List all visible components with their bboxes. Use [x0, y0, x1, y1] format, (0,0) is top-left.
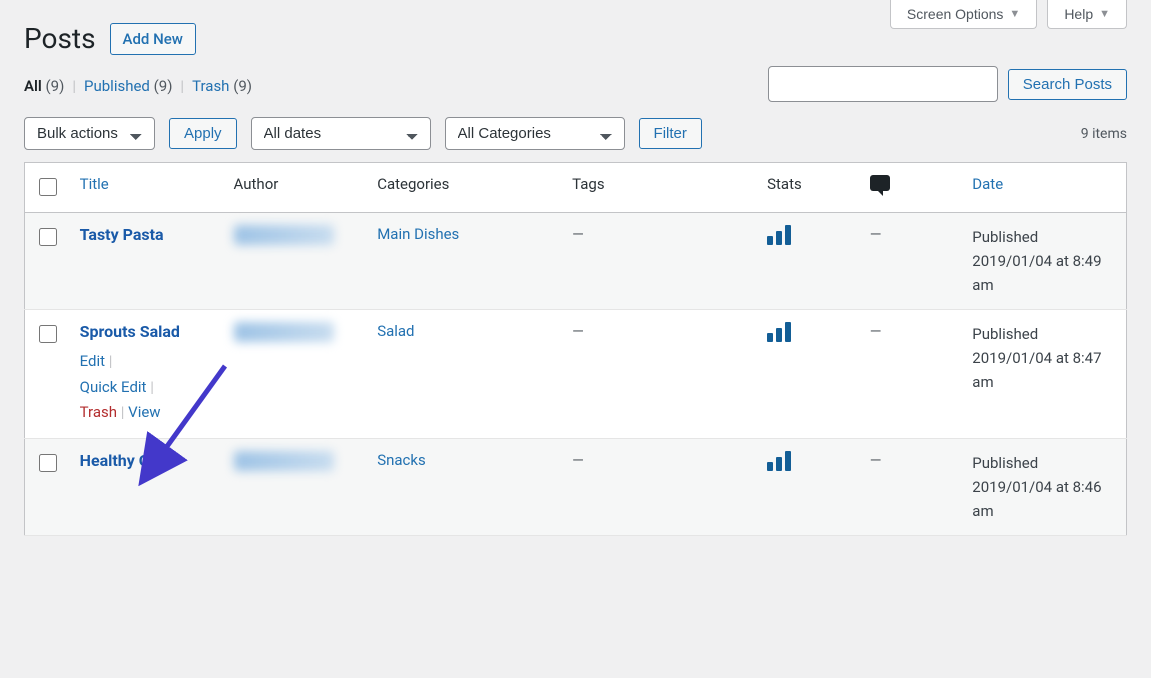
comment-icon: [870, 175, 890, 191]
help-label: Help: [1064, 6, 1093, 22]
row-checkbox[interactable]: [39, 228, 57, 246]
view-link[interactable]: View: [128, 403, 160, 421]
date-filter-select[interactable]: All dates: [251, 117, 431, 150]
screen-options-label: Screen Options: [907, 6, 1004, 22]
column-title[interactable]: Title: [70, 163, 224, 213]
help-button[interactable]: Help ▼: [1047, 0, 1127, 29]
author-redacted: [234, 451, 334, 471]
row-actions: Edit | Quick Edit | Trash | View: [80, 349, 214, 426]
author-redacted: [234, 225, 334, 245]
author-redacted: [234, 322, 334, 342]
edit-link[interactable]: Edit: [80, 352, 105, 370]
date-status: Published: [972, 454, 1038, 472]
item-count: 9 items: [1081, 126, 1127, 142]
date-value: 2019/01/04 at 8:49 am: [972, 252, 1101, 294]
comments-cell: —: [870, 225, 882, 243]
stats-link[interactable]: [767, 457, 791, 475]
stats-link[interactable]: [767, 231, 791, 249]
table-row: Healthy Oats Snacks — — Published 2019/01/04 …: [25, 438, 1127, 535]
category-link[interactable]: Salad: [377, 322, 414, 340]
tags-cell: —: [572, 225, 584, 243]
posts-table: Title Author Categories Tags Stats Date …: [24, 162, 1127, 536]
category-link[interactable]: Snacks: [377, 451, 426, 469]
filter-trash[interactable]: Trash (9): [192, 77, 252, 95]
row-checkbox[interactable]: [39, 454, 57, 472]
stats-icon: [767, 225, 791, 245]
date-status: Published: [972, 325, 1038, 343]
comments-cell: —: [870, 451, 882, 469]
stats-icon: [767, 322, 791, 342]
page-title: Posts: [24, 22, 96, 55]
column-comments: [860, 163, 963, 213]
caret-down-icon: ▼: [1009, 8, 1020, 20]
search-posts-button[interactable]: Search Posts: [1008, 69, 1127, 100]
column-stats: Stats: [757, 163, 860, 213]
column-date[interactable]: Date: [962, 163, 1126, 213]
stats-icon: [767, 451, 791, 471]
filter-all[interactable]: All (9): [24, 77, 64, 95]
stats-link[interactable]: [767, 328, 791, 346]
tags-cell: —: [572, 322, 584, 340]
post-title-link[interactable]: Sprouts Salad: [80, 322, 180, 341]
column-author: Author: [224, 163, 368, 213]
post-title-link[interactable]: Healthy Oats: [80, 451, 172, 470]
filter-published[interactable]: Published (9): [84, 77, 172, 95]
quick-edit-link[interactable]: Quick Edit: [80, 378, 147, 396]
column-tags: Tags: [562, 163, 757, 213]
category-filter-select[interactable]: All Categories: [445, 117, 625, 150]
filter-button[interactable]: Filter: [639, 118, 702, 149]
search-input[interactable]: [768, 66, 998, 102]
apply-button[interactable]: Apply: [169, 118, 237, 149]
category-link[interactable]: Main Dishes: [377, 225, 459, 243]
date-value: 2019/01/04 at 8:46 am: [972, 478, 1101, 520]
add-new-button[interactable]: Add New: [110, 23, 196, 55]
date-value: 2019/01/04 at 8:47 am: [972, 349, 1101, 391]
post-title-link[interactable]: Tasty Pasta: [80, 225, 164, 244]
table-row: Tasty Pasta Main Dishes — — Published 2019/01…: [25, 213, 1127, 310]
table-row: Sprouts Salad Edit | Quick Edit | Trash …: [25, 310, 1127, 439]
tags-cell: —: [572, 451, 584, 469]
trash-link[interactable]: Trash: [80, 403, 117, 421]
row-checkbox[interactable]: [39, 325, 57, 343]
select-all-checkbox[interactable]: [39, 178, 57, 196]
column-categories: Categories: [367, 163, 562, 213]
caret-down-icon: ▼: [1099, 8, 1110, 20]
bulk-actions-select[interactable]: Bulk actions: [24, 117, 155, 150]
date-status: Published: [972, 228, 1038, 246]
screen-options-button[interactable]: Screen Options ▼: [890, 0, 1037, 29]
comments-cell: —: [870, 322, 882, 340]
